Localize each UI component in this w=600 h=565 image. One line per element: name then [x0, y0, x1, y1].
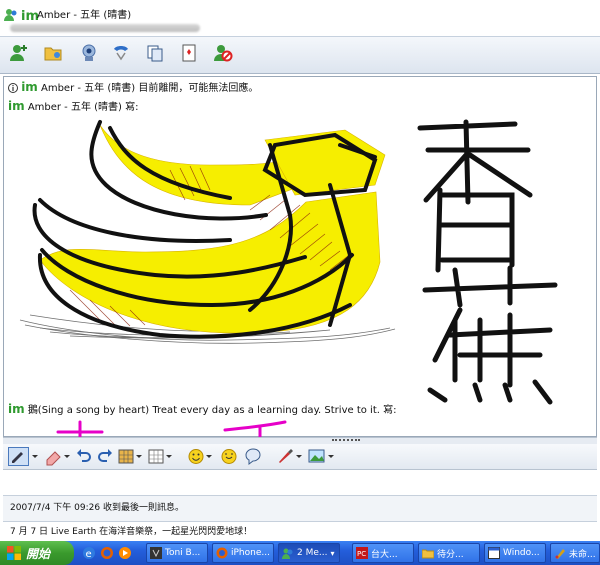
sender2-label: 鵝(Sing a song by heart) Treat every day … — [27, 405, 397, 416]
games-icon — [182, 44, 196, 62]
redo-icon — [98, 449, 112, 462]
taskbar-item[interactable]: 未命... — [550, 543, 600, 563]
notice-im-logo: im — [21, 80, 38, 94]
firefox-icon[interactable] — [100, 546, 114, 560]
window-icon — [488, 547, 500, 559]
away-notice-text: Amber - 五年 (晴書) 目前離開，可能無法回應。 — [41, 83, 259, 94]
activities-icon — [147, 45, 163, 62]
smiley-icon — [188, 449, 212, 464]
block-icon — [214, 45, 233, 62]
away-notice: im Amber - 五年 (晴書) 目前離開，可能無法回應。 — [8, 80, 258, 96]
task-label: 待分... — [437, 549, 464, 560]
magenta-handwriting — [56, 420, 287, 438]
taskbar-item[interactable]: iPhone... — [212, 543, 274, 563]
char-jiao: 蕉 — [490, 368, 491, 371]
paint-icon — [555, 549, 565, 559]
voice-call-button[interactable] — [110, 42, 132, 64]
redo-button[interactable] — [97, 447, 113, 466]
grid-icon — [148, 449, 172, 464]
grid-paper-button[interactable] — [148, 447, 174, 466]
eraser-icon — [46, 451, 70, 466]
handwriting-char-1: 香 — [490, 228, 491, 231]
handwritten-characters — [417, 119, 558, 405]
undo-icon — [77, 449, 91, 462]
taskbar-item[interactable]: PC 台大... — [352, 543, 414, 563]
block-button[interactable] — [212, 42, 234, 64]
games-button[interactable] — [178, 42, 200, 64]
pane-splitter[interactable] — [3, 437, 597, 444]
sender-im-logo: im — [8, 402, 25, 416]
nudge-icon — [245, 448, 261, 465]
info-icon — [8, 83, 18, 93]
svg-text:PC: PC — [357, 550, 366, 558]
char-xiang: 香 — [490, 228, 491, 231]
video-call-button[interactable] — [78, 42, 100, 64]
folder-icon — [422, 549, 434, 559]
undo-button[interactable] — [76, 447, 92, 466]
taskbar-item[interactable]: Toni B... — [146, 543, 208, 563]
nudge-button[interactable] — [244, 447, 262, 466]
quick-launch: e — [82, 545, 134, 561]
app-icon — [150, 547, 162, 559]
taskbar-item[interactable]: 待分... — [418, 543, 480, 563]
start-label: 開始 — [26, 546, 51, 561]
add-contact-button[interactable] — [8, 42, 30, 64]
media-player-icon[interactable] — [118, 546, 132, 560]
ie-icon[interactable]: e — [82, 546, 96, 560]
splitter-grip[interactable] — [332, 439, 360, 443]
task-label: 2 Me... — [297, 548, 328, 558]
picture-icon — [308, 449, 334, 463]
voice-call-icon — [114, 46, 128, 61]
taskbar-item[interactable]: Windo... — [484, 543, 546, 563]
start-button[interactable]: 開始 — [0, 541, 74, 565]
taskbar-item[interactable]: 2 Me... ▾ — [278, 543, 340, 563]
handwriting-char-2: 蕉 — [490, 368, 491, 371]
blurred-personal-message — [10, 24, 200, 32]
banana-handwriting-drawing: 香 蕉 — [19, 119, 558, 405]
pc-home-icon: PC — [356, 547, 368, 559]
pen-color-button[interactable] — [276, 447, 304, 466]
emoticon-button[interactable] — [188, 447, 214, 466]
task-label: Toni B... — [165, 548, 201, 558]
video-call-icon — [82, 44, 96, 61]
share-files-icon — [44, 47, 62, 61]
task-label: Windo... — [503, 548, 540, 558]
share-files-button[interactable] — [42, 42, 64, 64]
message-input[interactable] — [3, 470, 597, 495]
background-color-button[interactable] — [118, 447, 144, 466]
activities-button[interactable] — [144, 42, 166, 64]
messenger-icon — [282, 548, 293, 559]
svg-text:e: e — [86, 549, 92, 560]
ad-link[interactable]: 7 月 7 日 Live Earth 在海洋音樂祭，一起星光閃閃愛地球！ — [10, 527, 252, 538]
color-grid-icon — [118, 449, 142, 464]
wink-button[interactable] — [220, 447, 238, 466]
task-label: 未命... — [569, 549, 596, 560]
add-contact-icon — [10, 45, 27, 61]
windows-logo-icon — [7, 546, 21, 560]
window-title: Amber - 五年 (晴書) — [37, 10, 132, 21]
handwriting-mode-button[interactable] — [8, 447, 38, 466]
firefox-icon — [216, 547, 228, 559]
eraser-button[interactable] — [44, 447, 72, 466]
task-label: iPhone... — [231, 548, 270, 558]
pen-icon — [8, 447, 38, 466]
messenger-buddy-icon — [4, 8, 18, 22]
wink-icon — [221, 449, 237, 464]
send-image-button[interactable] — [308, 447, 336, 466]
group-arrow-icon: ▾ — [330, 548, 335, 558]
last-message-time: 2007/7/4 下午 09:26 收到最後一則訊息。 — [10, 503, 184, 513]
brush-icon — [279, 449, 302, 463]
message-header: im 鵝(Sing a song by heart) Treat every d… — [8, 402, 396, 418]
task-label: 台大... — [371, 549, 398, 560]
